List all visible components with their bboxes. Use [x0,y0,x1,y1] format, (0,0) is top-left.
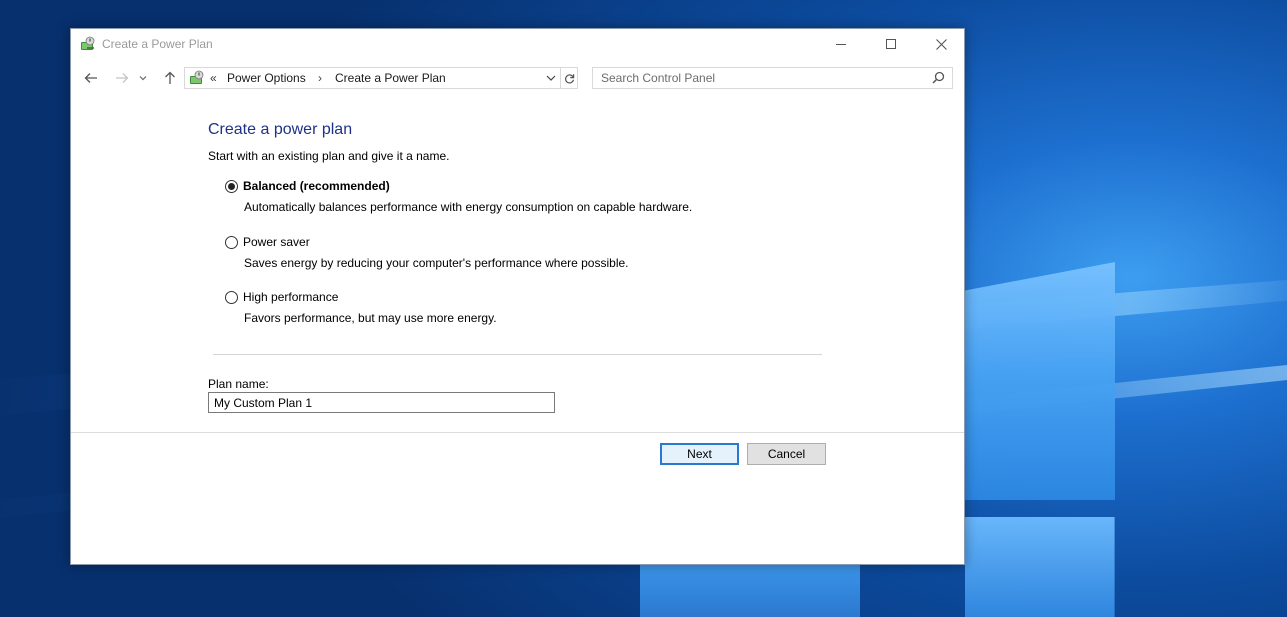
chevron-down-icon [139,76,147,81]
back-button[interactable] [80,68,102,88]
chevron-down-icon [546,75,556,81]
arrow-left-icon [84,73,97,83]
option-balanced-description: Automatically balances performance with … [244,200,693,214]
up-button[interactable] [159,68,181,88]
breadcrumb-power-options[interactable]: Power Options [227,71,306,85]
breadcrumb-create-power-plan[interactable]: Create a Power Plan [335,71,446,85]
close-icon [935,38,947,50]
window-title: Create a Power Plan [102,37,213,51]
page-title: Create a power plan [208,121,353,138]
minimize-button[interactable] [818,29,864,59]
maximize-icon [886,39,896,49]
radio-power-saver[interactable] [225,236,238,249]
search-input[interactable] [592,67,953,89]
refresh-button[interactable] [560,68,577,88]
power-options-icon [81,36,95,50]
footer-divider [71,432,964,433]
option-high-performance-label[interactable]: High performance [243,290,338,304]
address-dropdown-button[interactable] [542,68,560,88]
next-button[interactable]: Next [660,443,739,465]
option-power-saver-label[interactable]: Power saver [243,235,310,249]
wallpaper-windows-logo-pane [965,262,1115,500]
option-power-saver-description: Saves energy by reducing your computer's… [244,256,629,270]
arrow-right-icon [116,73,129,83]
forward-button[interactable] [111,68,133,88]
plan-name-label: Plan name: [208,377,269,391]
wallpaper-windows-logo-pane-lower [965,517,1115,617]
navigation-bar: « Power Options › Create a Power Plan [71,65,964,91]
address-bar[interactable]: « Power Options › Create a Power Plan [184,67,578,89]
breadcrumb-overflow-chevron[interactable]: « [210,71,217,85]
arrow-up-icon [165,71,175,84]
wallpaper-windows-logo-pane-bottom [640,565,860,617]
create-power-plan-window: Create a Power Plan « Power Options › Cr… [70,28,965,565]
refresh-icon [564,73,574,83]
breadcrumb-separator[interactable]: › [318,71,322,85]
search-icon[interactable] [932,71,945,84]
option-high-performance-description: Favors performance, but may use more ene… [244,311,497,325]
cancel-button[interactable]: Cancel [747,443,826,465]
recent-locations-button[interactable] [137,68,149,88]
title-bar[interactable]: Create a Power Plan [71,29,964,59]
maximize-button[interactable] [868,29,914,59]
radio-balanced[interactable] [225,180,238,193]
close-button[interactable] [918,29,964,59]
minimize-icon [836,43,846,45]
section-divider [213,354,822,355]
radio-high-performance[interactable] [225,291,238,304]
power-options-icon [190,70,204,84]
option-balanced-label[interactable]: Balanced (recommended) [243,179,390,193]
plan-name-input[interactable] [208,392,555,413]
page-instruction: Start with an existing plan and give it … [208,149,450,163]
